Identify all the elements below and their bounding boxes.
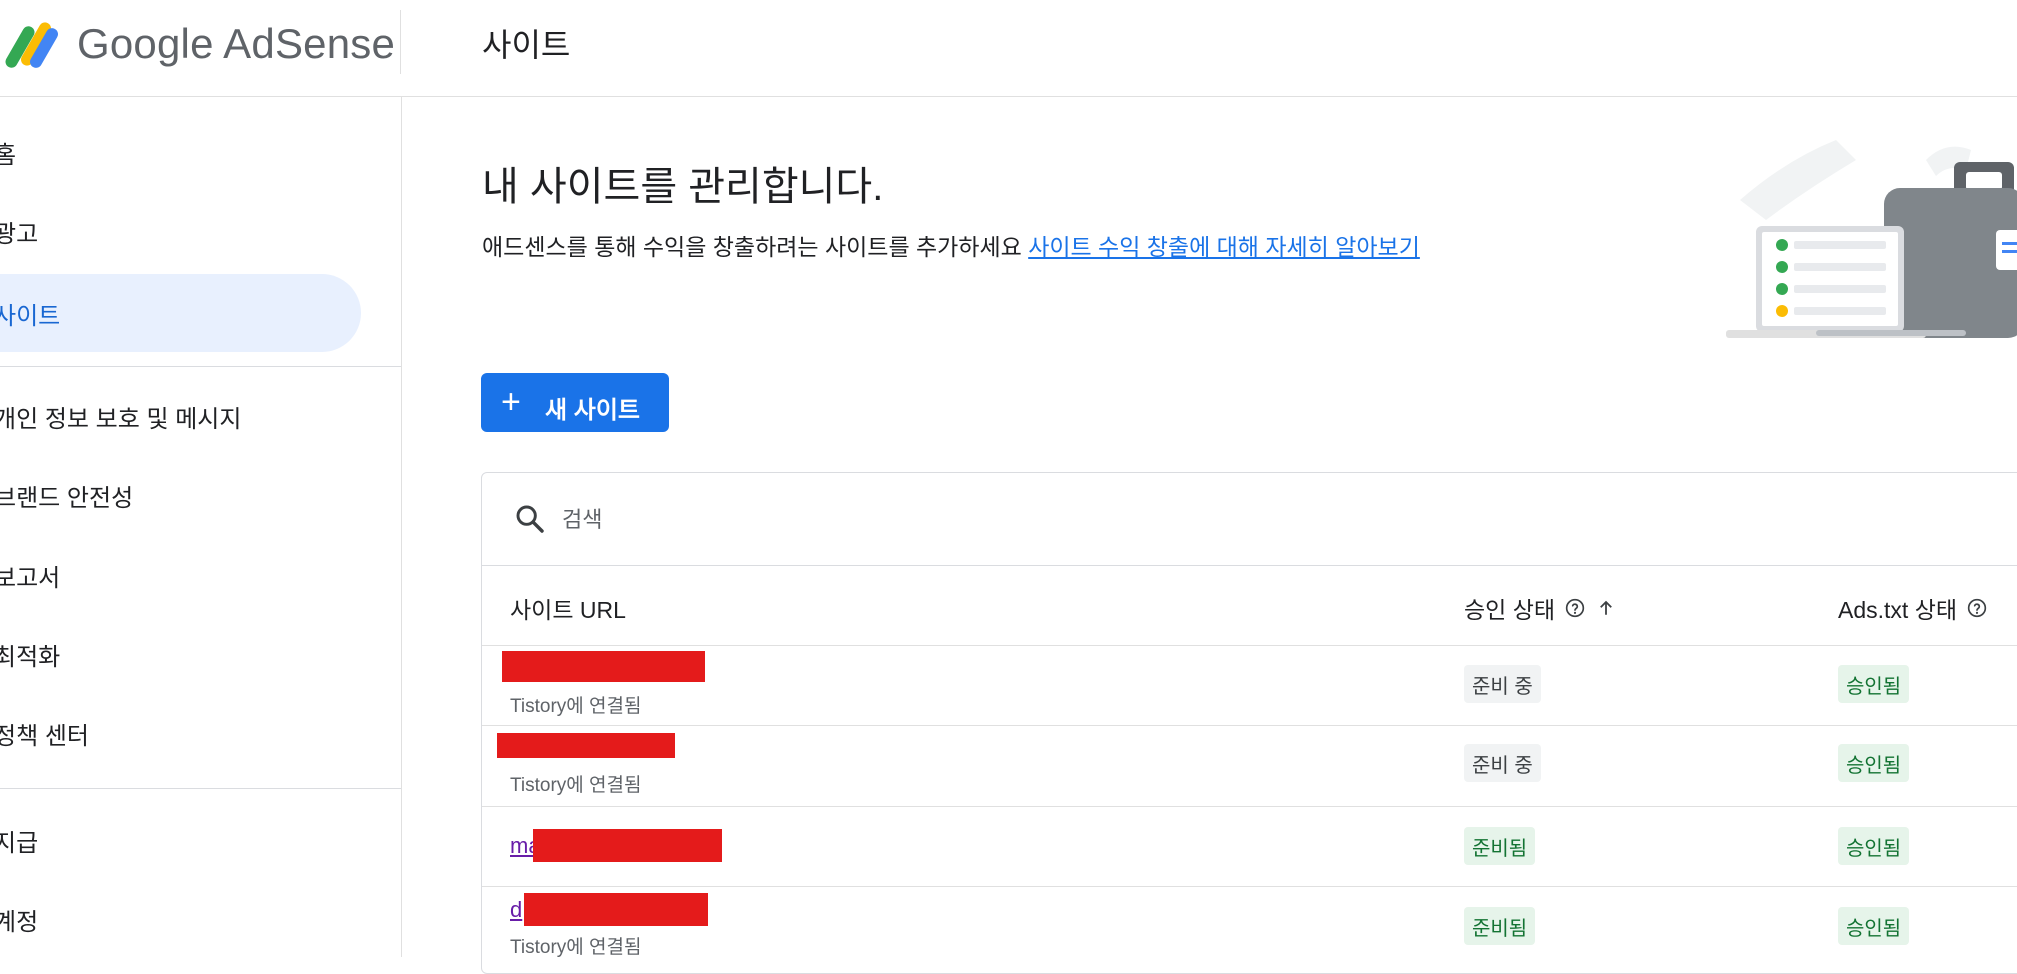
top-header: Google AdSense 사이트 [0,0,2017,97]
approval-status-badge: 준비 중 [1464,744,1541,782]
sidebar-item-home[interactable]: 홈 [0,113,361,191]
redacted-url [497,733,675,758]
sidebar-item-sites[interactable]: 사이트 [0,274,361,352]
row-subtitle: Tistory에 연결됨 [510,775,642,796]
search-input[interactable] [560,499,1364,541]
sidebar-item-brand-safety[interactable]: 브랜드 안전성 [0,456,361,534]
sidebar-item-label: 개인 정보 보호 및 메시지 [0,405,242,433]
redacted-url [533,829,722,862]
row-subtitle: Tistory에 연결됨 [510,696,642,717]
sites-illustration [1726,140,2017,338]
adstxt-status-badge: 승인됨 [1838,907,1910,945]
sidebar-item-label: 광고 [0,220,39,248]
sidebar-item-label: 계정 [0,908,39,936]
sidebar-item-policy-center[interactable]: 정책 센터 [0,694,361,772]
hero-title: 내 사이트를 관리합니다. [482,165,884,209]
approval-status-badge: 준비 중 [1464,665,1541,703]
redacted-url [524,893,708,926]
sidebar-divider [0,366,401,367]
sidebar-item-label: 홈 [0,141,17,169]
sidebar-item-label: 지급 [0,829,39,857]
approval-status-badge: 준비됨 [1464,907,1536,945]
help-icon[interactable] [1967,598,1987,618]
redacted-url [502,651,705,682]
adstxt-status-badge: 승인됨 [1838,744,1910,782]
approval-status-badge: 준비됨 [1464,827,1536,865]
table-row[interactable]: ma 준비됨 승인됨 [482,807,2017,887]
help-icon[interactable] [1565,598,1585,618]
search-bar [482,473,2017,566]
page-title: 사이트 [482,27,571,63]
adsense-logo-icon[interactable] [0,22,60,68]
sites-table: 사이트 URL 승인 상태 Ads.txt 상태 Tistory에 연결됨 준비… [481,472,2017,974]
table-row[interactable]: Tistory에 연결됨 준비 중 승인됨 [482,646,2017,726]
sidebar: 홈 광고 사이트 개인 정보 보호 및 메시지 브랜드 안전성 보고서 최적화 … [0,96,402,957]
column-header-label: Ads.txt 상태 [1838,597,1958,623]
column-header-approval[interactable]: 승인 상태 [1464,591,1615,625]
sidebar-item-optimization[interactable]: 최적화 [0,615,361,693]
learn-more-link[interactable]: 사이트 수익 창출에 대해 자세히 알아보기 [1028,234,1420,260]
new-site-button-label: 새 사이트 [545,397,640,424]
header-divider [400,10,401,74]
row-subtitle: Tistory에 연결됨 [510,937,642,958]
adstxt-status-badge: 승인됨 [1838,827,1910,865]
column-header-url[interactable]: 사이트 URL [510,591,626,625]
search-icon [516,505,544,533]
table-row[interactable]: Tistory에 연결됨 준비 중 승인됨 [482,726,2017,806]
sidebar-item-label: 정책 센터 [0,722,89,750]
column-header-label: 승인 상태 [1464,597,1556,623]
sidebar-item-payments[interactable]: 지급 [0,801,361,879]
logo-text[interactable]: Google AdSense [77,20,395,68]
sidebar-item-privacy-messaging[interactable]: 개인 정보 보호 및 메시지 [0,377,361,455]
table-row[interactable]: d Tistory에 연결됨 준비됨 승인됨 [482,887,2017,967]
sidebar-item-label: 사이트 [0,302,61,330]
sidebar-item-reports[interactable]: 보고서 [0,536,361,614]
sidebar-divider [0,788,401,789]
hero-description: 애드센스를 통해 수익을 창출하려는 사이트를 추가하세요 사이트 수익 창출에… [482,228,1420,262]
plus-icon: + [501,383,521,421]
column-header-label: 사이트 URL [510,597,626,623]
sidebar-item-label: 브랜드 안전성 [0,484,134,512]
sidebar-item-label: 보고서 [0,564,61,592]
adstxt-status-badge: 승인됨 [1838,665,1910,703]
column-header-adstxt[interactable]: Ads.txt 상태 [1838,591,1987,625]
site-url-link[interactable]: d [510,897,522,923]
hero-description-text: 애드센스를 통해 수익을 창출하려는 사이트를 추가하세요 [482,234,1022,260]
new-site-button[interactable]: + 새 사이트 [481,373,669,432]
sidebar-item-ads[interactable]: 광고 [0,192,361,270]
sort-ascending-icon[interactable] [1597,599,1615,617]
sidebar-item-account[interactable]: 계정 [0,880,361,958]
sidebar-item-label: 최적화 [0,643,61,671]
